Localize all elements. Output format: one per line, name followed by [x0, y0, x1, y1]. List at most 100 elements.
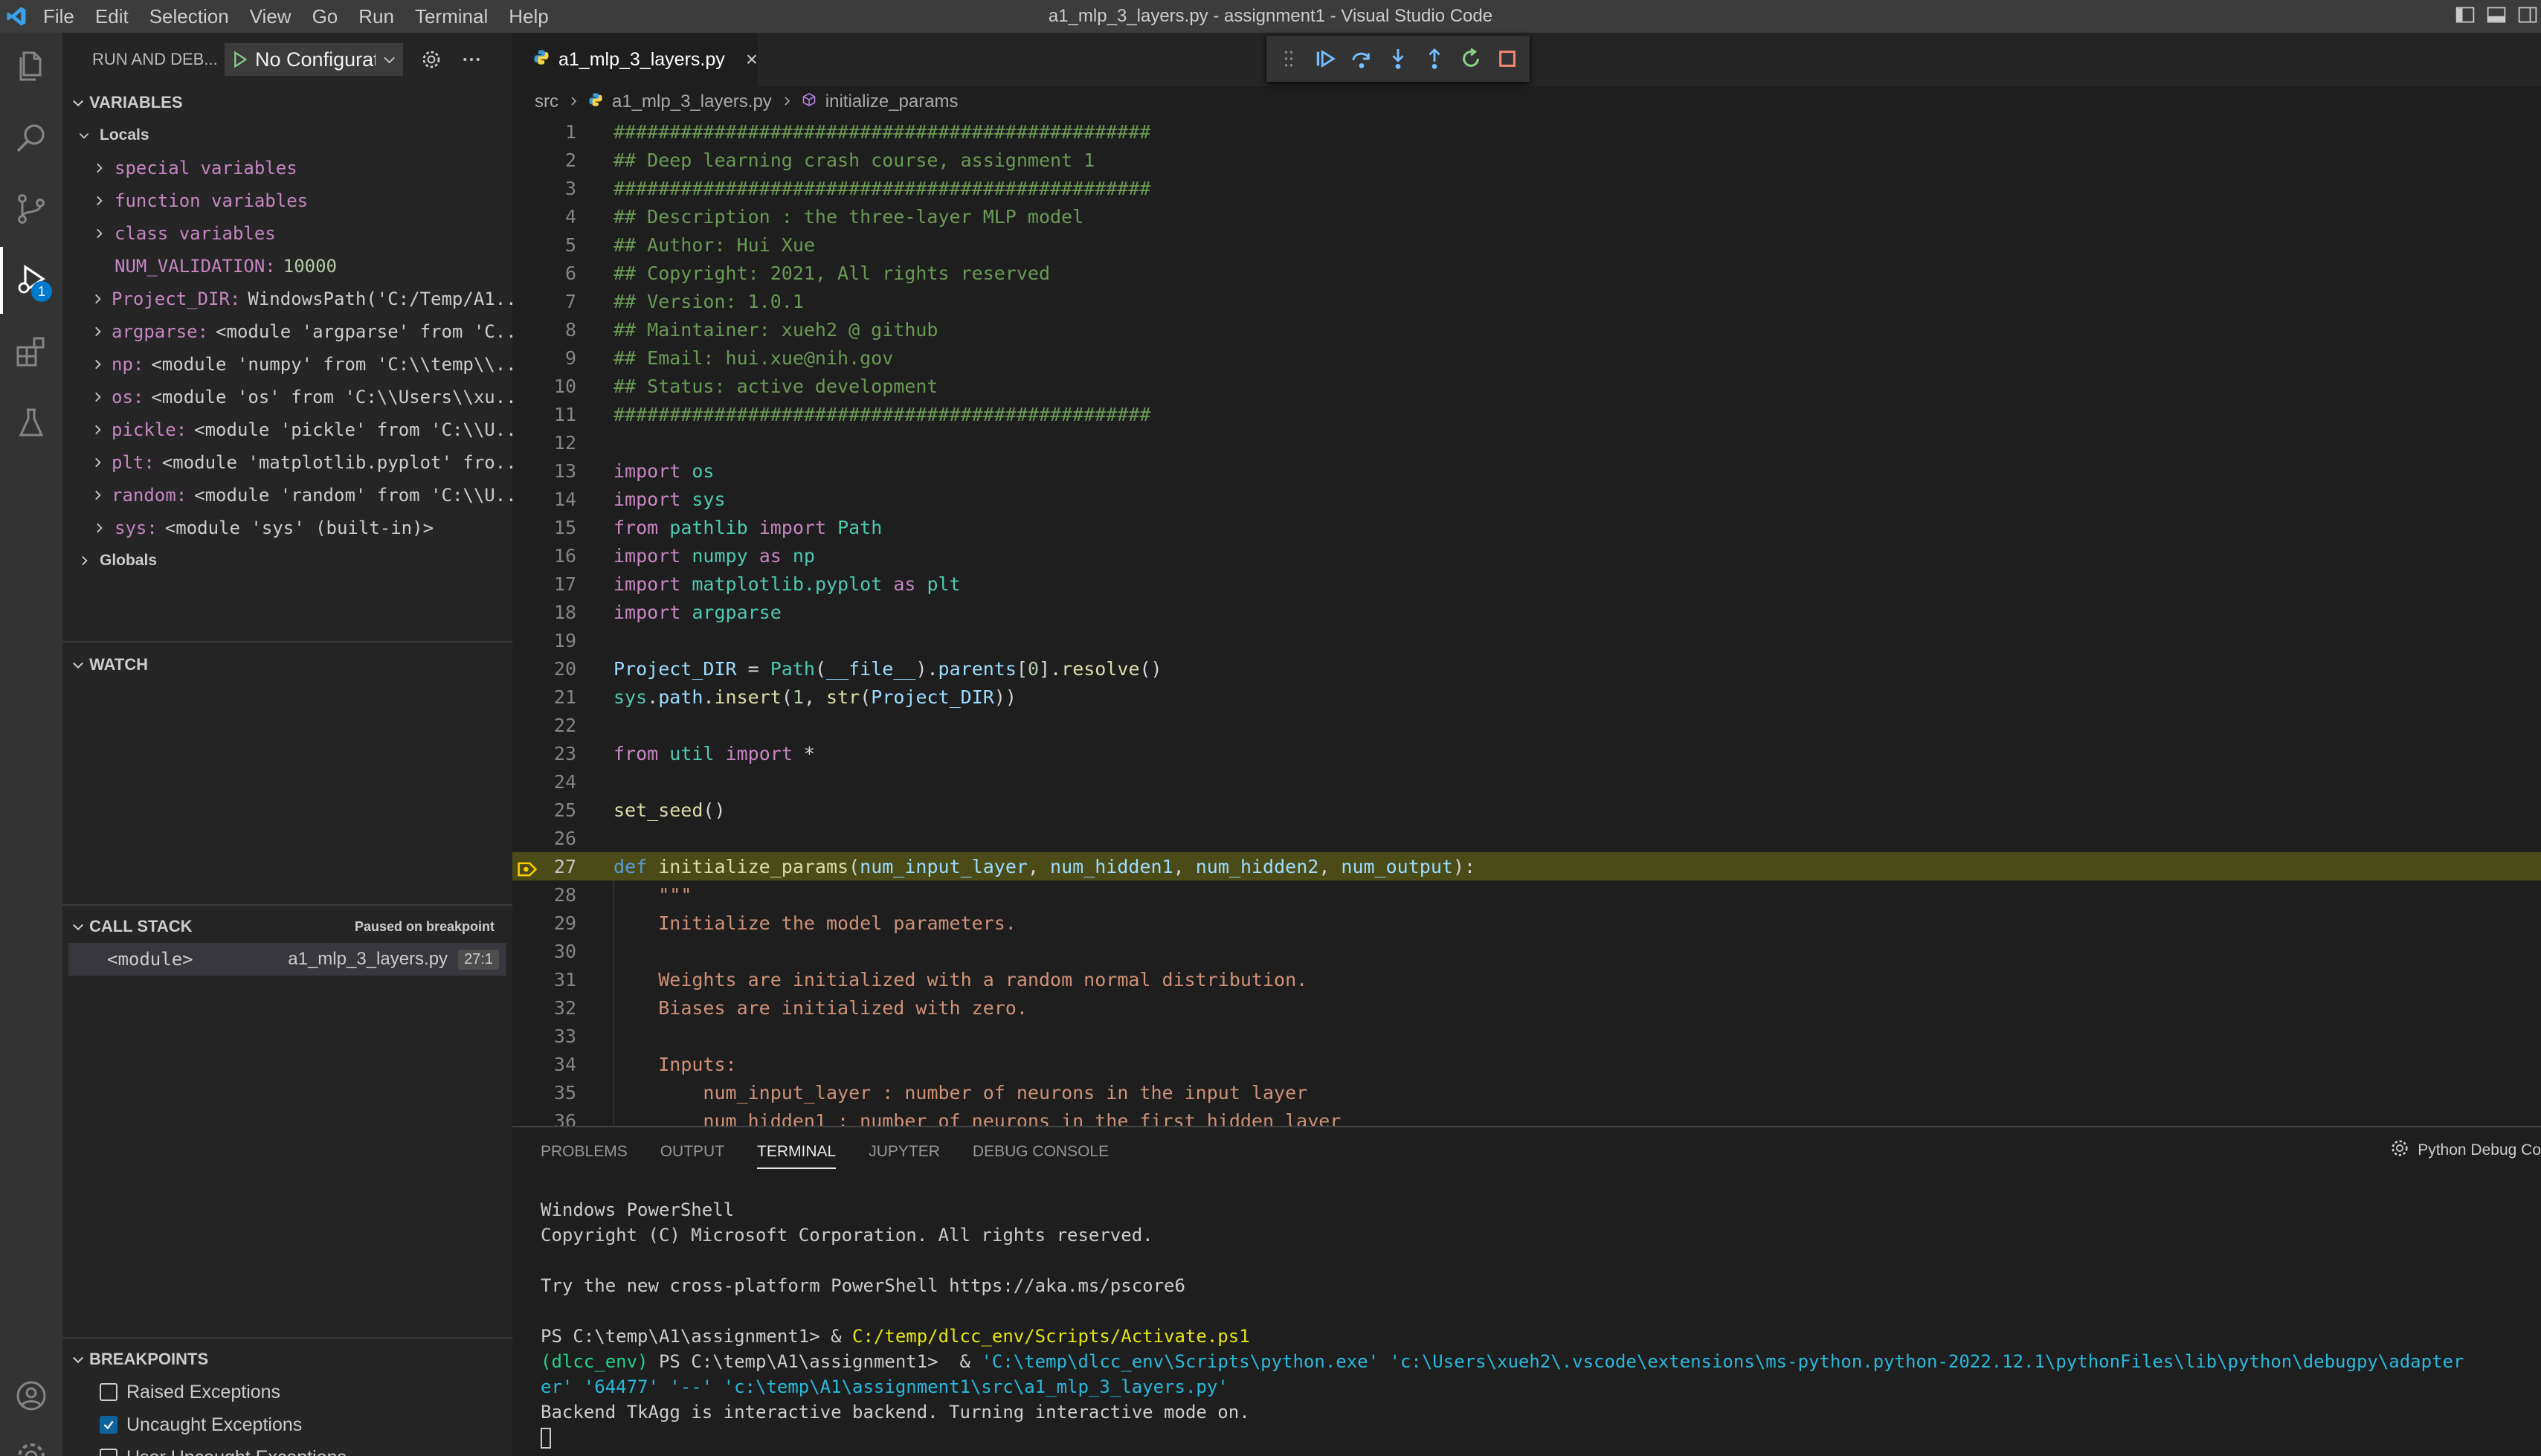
code-line[interactable]: 18 import argparse [512, 598, 2541, 626]
close-icon[interactable]: × [746, 48, 758, 71]
explorer-icon[interactable] [0, 33, 62, 100]
code-line[interactable]: 33 [512, 1022, 2541, 1050]
line-number[interactable]: 19 [512, 630, 576, 651]
tab-debug-console[interactable]: DEBUG CONSOLE [973, 1127, 1125, 1176]
line-number[interactable]: 32 [512, 997, 576, 1019]
variable-row[interactable]: random: <module 'random' from 'C:\\U... [62, 479, 512, 512]
variable-row[interactable]: Project_DIR: WindowsPath('C:/Temp/A1... [62, 283, 512, 315]
line-number[interactable]: 25 [512, 799, 576, 821]
testing-icon[interactable] [0, 390, 62, 457]
tab-output[interactable]: OUTPUT [660, 1127, 741, 1176]
line-number[interactable]: 6 [512, 262, 576, 284]
code-line[interactable]: 3 #######################################… [512, 174, 2541, 202]
line-number[interactable]: 15 [512, 517, 576, 538]
line-number[interactable]: 14 [512, 489, 576, 510]
breadcrumb-symbol[interactable]: initialize_params [825, 91, 959, 112]
breakpoint-raised-exceptions[interactable]: Raised Exceptions [62, 1376, 512, 1408]
search-icon[interactable] [0, 104, 62, 171]
code-line[interactable]: 1 #######################################… [512, 117, 2541, 146]
code-line[interactable]: 28 """ [512, 880, 2541, 909]
variable-row[interactable]: np: <module 'numpy' from 'C:\\temp\\... [62, 348, 512, 381]
code-line[interactable]: 22 [512, 711, 2541, 739]
code-line[interactable]: 24 [512, 767, 2541, 796]
line-number[interactable]: 5 [512, 234, 576, 256]
code-line[interactable]: 30 [512, 937, 2541, 965]
globals-scope[interactable]: Globals [62, 544, 512, 577]
code-line[interactable]: 32 Biases are initialized with zero. [512, 993, 2541, 1022]
more-actions-icon[interactable] [460, 48, 483, 71]
step-over-icon[interactable] [1348, 45, 1374, 73]
breakpoint-uncaught-exceptions[interactable]: Uncaught Exceptions [62, 1408, 512, 1441]
line-number[interactable]: 11 [512, 404, 576, 425]
locals-scope[interactable]: Locals [62, 119, 512, 152]
extensions-icon[interactable] [0, 318, 62, 385]
variable-group-special[interactable]: special variables [62, 152, 512, 184]
breadcrumb-folder[interactable]: src [535, 91, 558, 112]
terminal-output[interactable]: Windows PowerShell Copyright (C) Microso… [541, 1197, 2534, 1450]
toggle-panel-icon[interactable] [2486, 4, 2507, 29]
breadcrumb-file[interactable]: a1_mlp_3_layers.py [612, 91, 772, 112]
line-number[interactable]: 18 [512, 602, 576, 623]
menu-edit[interactable]: Edit [85, 0, 139, 33]
code-line[interactable]: 29 Initialize the model parameters. [512, 909, 2541, 937]
line-number[interactable]: 24 [512, 771, 576, 793]
code-line[interactable]: 15 from pathlib import Path [512, 513, 2541, 541]
code-line[interactable]: 6 ## Copyright: 2021, All rights reserved [512, 259, 2541, 287]
line-number[interactable]: 35 [512, 1082, 576, 1104]
restart-icon[interactable] [1458, 45, 1484, 73]
menu-go[interactable]: Go [302, 0, 349, 33]
checkbox[interactable] [100, 1449, 117, 1456]
step-out-icon[interactable] [1422, 45, 1448, 73]
line-number[interactable]: 17 [512, 573, 576, 595]
line-number[interactable]: 33 [512, 1025, 576, 1047]
code-line[interactable]: 11 ######################################… [512, 400, 2541, 428]
code-line[interactable]: 21 sys.path.insert(1, str(Project_DIR)) [512, 683, 2541, 711]
checkbox-checked[interactable] [100, 1416, 117, 1434]
code-line[interactable]: 13 import os [512, 457, 2541, 485]
code-line[interactable]: 20 Project_DIR = Path(__file__).parents[0… [512, 654, 2541, 683]
line-number[interactable]: 16 [512, 545, 576, 567]
code-line-current[interactable]: 27 def initialize_params(num_input_layer,… [512, 852, 2541, 880]
menu-file[interactable]: File [33, 0, 85, 33]
variable-row[interactable]: pickle: <module 'pickle' from 'C:\\U... [62, 413, 512, 446]
code-editor[interactable]: 1 #######################################… [512, 117, 2541, 1126]
line-number[interactable]: 31 [512, 969, 576, 990]
line-number[interactable]: 10 [512, 376, 576, 397]
continue-icon[interactable] [1312, 45, 1338, 73]
launch-config-select[interactable]: No Configurat [225, 43, 403, 76]
source-control-icon[interactable] [0, 175, 62, 242]
terminal-instance[interactable]: Python Debug Co [2389, 1138, 2541, 1163]
line-number[interactable]: 21 [512, 686, 576, 708]
code-line[interactable]: 31 Weights are initialized with a random… [512, 965, 2541, 993]
line-number[interactable]: 29 [512, 912, 576, 934]
stop-icon[interactable] [1495, 45, 1521, 73]
line-number[interactable]: 13 [512, 460, 576, 482]
toggle-sidebar-icon[interactable] [2455, 4, 2476, 29]
step-into-icon[interactable] [1385, 45, 1411, 73]
customize-layout-icon[interactable] [2517, 4, 2538, 29]
variable-group-function[interactable]: function variables [62, 184, 512, 217]
code-line[interactable]: 35 num_input_layer : number of neurons i… [512, 1078, 2541, 1107]
line-number[interactable]: 22 [512, 715, 576, 736]
variables-section-header[interactable]: VARIABLES [62, 86, 512, 119]
menu-selection[interactable]: Selection [139, 0, 239, 33]
variable-row[interactable]: argparse: <module 'argparse' from 'C... [62, 315, 512, 348]
drag-handle-icon[interactable] [1275, 45, 1301, 73]
variable-num-validation[interactable]: NUM_VALIDATION: 10000 [62, 250, 512, 283]
code-line[interactable]: 16 import numpy as np [512, 541, 2541, 570]
line-number[interactable]: 9 [512, 347, 576, 369]
line-number[interactable]: 36 [512, 1110, 576, 1127]
line-number[interactable]: 20 [512, 658, 576, 680]
account-icon[interactable] [0, 1362, 62, 1429]
line-number[interactable]: 1 [512, 121, 576, 143]
line-number[interactable]: 4 [512, 206, 576, 228]
line-number[interactable]: 30 [512, 941, 576, 962]
line-number[interactable]: 7 [512, 291, 576, 312]
line-number[interactable]: 23 [512, 743, 576, 764]
code-line[interactable]: 26 [512, 824, 2541, 852]
open-launch-json-gear-icon[interactable] [419, 48, 443, 71]
code-line[interactable]: 12 [512, 428, 2541, 457]
code-line[interactable]: 8 ## Maintainer: xueh2 @ github [512, 315, 2541, 344]
tab-problems[interactable]: PROBLEMS [541, 1127, 644, 1176]
code-line[interactable]: 19 [512, 626, 2541, 654]
